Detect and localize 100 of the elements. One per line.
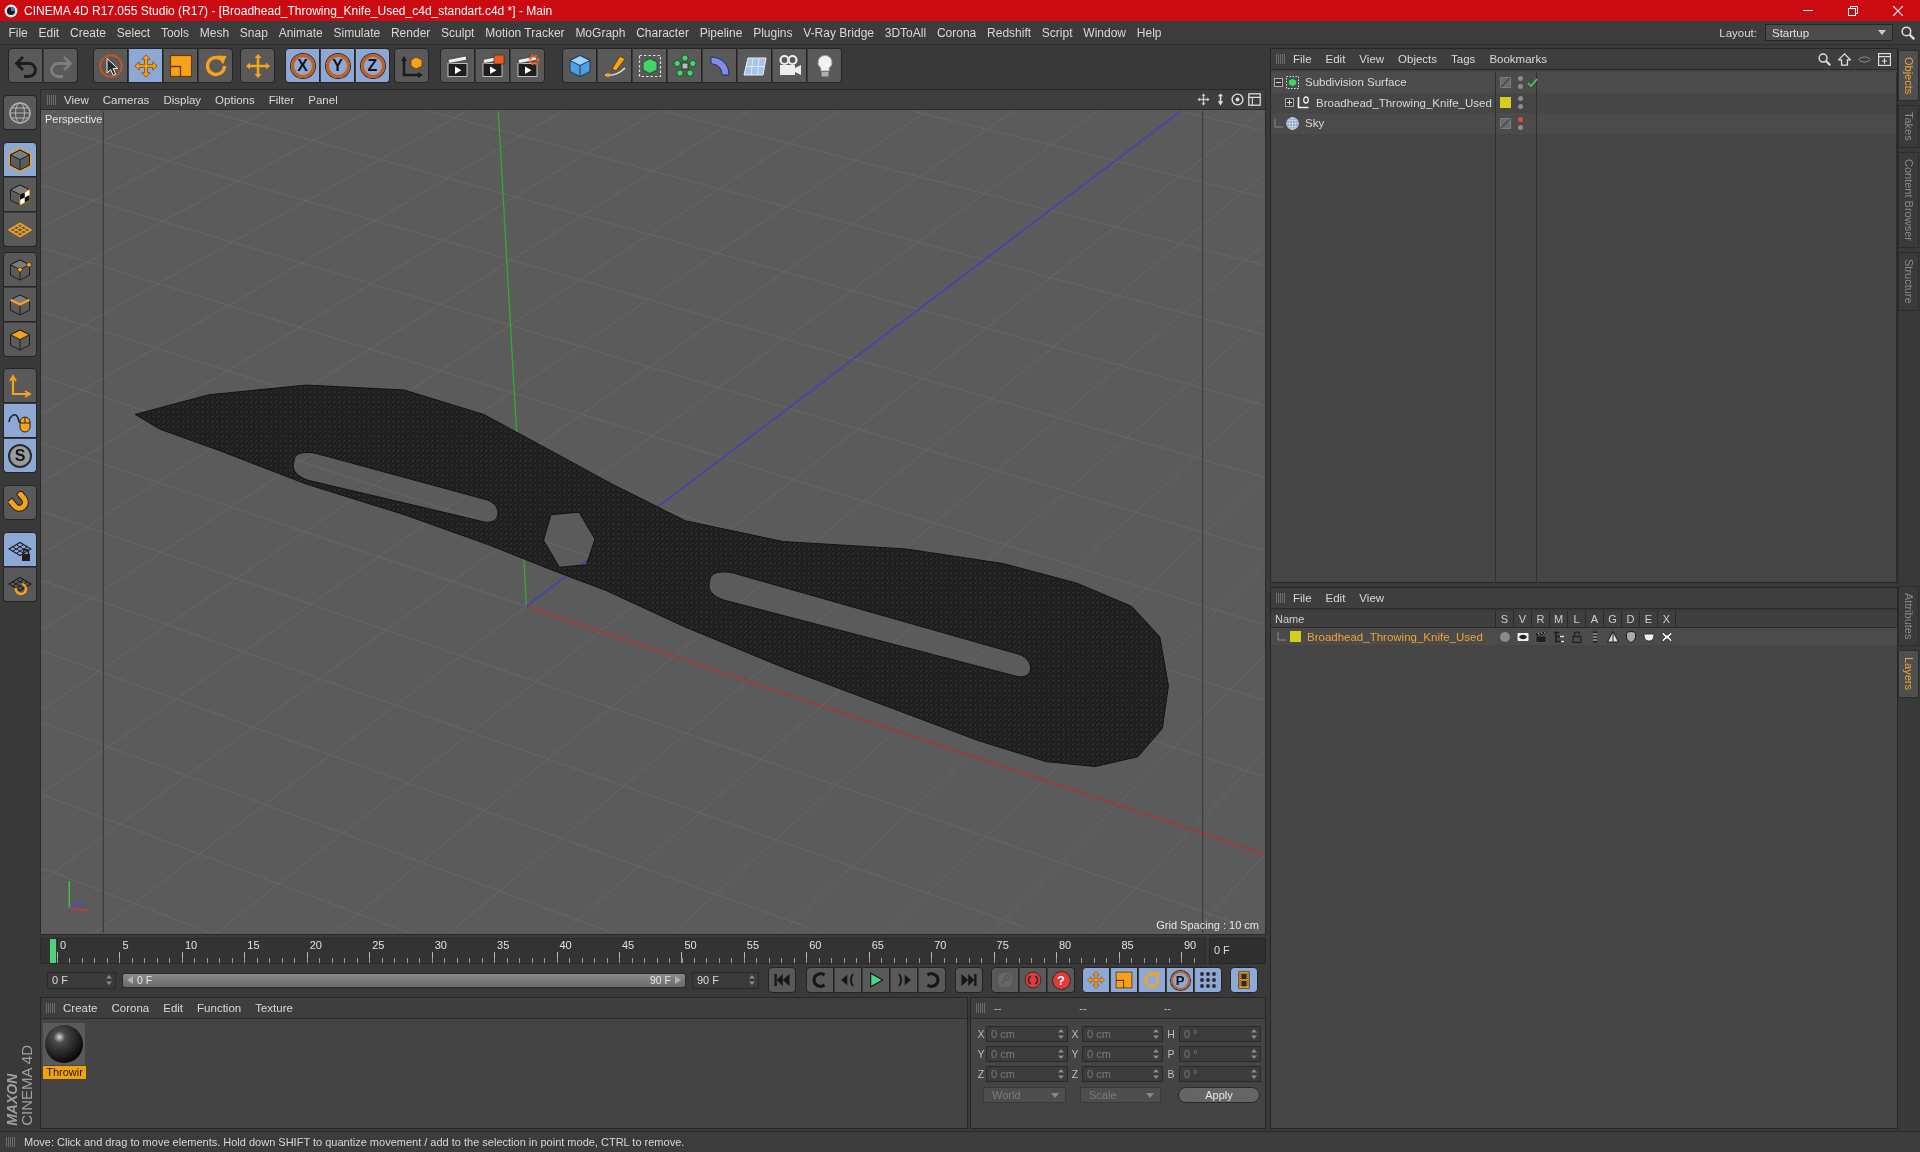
axis-lock-button[interactable]: X xyxy=(285,48,320,83)
object-row[interactable]: Subdivision Surface xyxy=(1271,72,1897,93)
workplane-rotate-button[interactable] xyxy=(3,567,37,602)
render-picture-viewer-button[interactable] xyxy=(475,48,510,83)
visibility-dot-icon[interactable] xyxy=(1518,75,1523,81)
subdivision-surface-button[interactable] xyxy=(632,48,667,83)
menu-item[interactable]: V-Ray Bridge xyxy=(797,25,880,40)
object-row[interactable]: Sky xyxy=(1271,113,1897,134)
panel-tab[interactable]: Objects xyxy=(1898,50,1919,102)
undo-button[interactable] xyxy=(8,48,43,83)
maximize-view-icon[interactable] xyxy=(1248,93,1261,106)
go-to-start-button[interactable] xyxy=(768,967,796,993)
column-header[interactable]: Name xyxy=(1271,611,1496,627)
timeline-button[interactable] xyxy=(1230,967,1258,993)
search-icon[interactable] xyxy=(1901,25,1915,40)
visibility-dot-icon[interactable] xyxy=(1518,104,1523,110)
menu-item[interactable]: Animate xyxy=(273,25,329,40)
scale-key-button[interactable] xyxy=(1110,967,1138,993)
current-frame-field[interactable]: 0 F xyxy=(1208,938,1266,964)
lock-workplane-button[interactable] xyxy=(3,532,37,567)
column-header[interactable]: X xyxy=(1658,611,1676,627)
grip-icon[interactable] xyxy=(6,1137,16,1147)
selection-tool-button[interactable] xyxy=(93,48,128,83)
column-header[interactable]: R xyxy=(1532,611,1550,627)
menu-item[interactable]: Simulate xyxy=(328,25,386,40)
menu-item[interactable]: Function xyxy=(190,1002,249,1014)
search-icon[interactable] xyxy=(1818,52,1831,66)
scale-tool-button[interactable] xyxy=(163,48,198,83)
menu-item[interactable]: Bookmarks xyxy=(1482,53,1554,65)
column-header[interactable]: V xyxy=(1514,611,1532,627)
next-key-button[interactable] xyxy=(918,967,946,993)
menu-item[interactable]: Corona xyxy=(104,1002,157,1014)
render-settings-button[interactable] xyxy=(510,48,545,83)
layer-color-swatch-icon[interactable] xyxy=(1500,97,1511,109)
menu-item[interactable]: Corona xyxy=(931,25,982,40)
floor-button[interactable] xyxy=(737,48,772,83)
menu-item[interactable]: Cameras xyxy=(95,93,157,106)
menu-item[interactable]: 3DToAll xyxy=(879,25,932,40)
column-header[interactable]: D xyxy=(1622,611,1640,627)
edges-mode-button[interactable] xyxy=(3,287,37,322)
x-shape-icon[interactable] xyxy=(1661,630,1673,643)
material-name[interactable]: Throwir xyxy=(43,1066,86,1079)
menu-item[interactable]: File xyxy=(1286,53,1319,65)
menu-item[interactable]: Character xyxy=(630,25,695,40)
hierarchy-icon[interactable] xyxy=(1553,630,1565,643)
visibility-dot-icon[interactable] xyxy=(1518,83,1523,89)
menu-item[interactable]: View xyxy=(1352,53,1392,65)
autokey-button[interactable] xyxy=(1019,967,1047,993)
menu-item[interactable]: Render xyxy=(385,25,436,40)
menu-item[interactable]: Plugins xyxy=(747,25,798,40)
texture-mode-button[interactable] xyxy=(3,177,37,212)
grip-icon[interactable] xyxy=(1276,54,1286,64)
column-header[interactable]: G xyxy=(1604,611,1622,627)
play-button[interactable] xyxy=(862,967,890,993)
orbit-icon[interactable] xyxy=(1231,93,1244,106)
model-mode-button[interactable] xyxy=(3,142,37,177)
column-header[interactable]: S xyxy=(1496,611,1514,627)
axis-mode-button[interactable] xyxy=(3,368,37,403)
new-window-icon[interactable] xyxy=(1878,52,1891,66)
menu-item[interactable]: Options xyxy=(208,93,262,106)
layer-color-swatch-icon[interactable] xyxy=(1290,631,1301,642)
menu-item[interactable]: View xyxy=(1352,592,1392,604)
go-to-end-button[interactable] xyxy=(955,967,983,993)
column-header[interactable]: A xyxy=(1586,611,1604,627)
menu-item[interactable]: Motion Tracker xyxy=(479,25,570,40)
grip-icon[interactable] xyxy=(1276,593,1286,603)
visibility-dot-icon[interactable] xyxy=(1518,96,1523,102)
column-header[interactable]: L xyxy=(1568,611,1586,627)
grip-icon[interactable] xyxy=(46,1003,56,1013)
menu-item[interactable]: Redshift xyxy=(981,25,1037,40)
3d-viewport[interactable]: Perspective Grid Spacing : 10 cm xyxy=(40,109,1266,935)
menu-item[interactable]: Script xyxy=(1036,25,1078,40)
timeline-ruler[interactable]: 0 5 10 15 20 25 30 35 40 45 50 55 60 65 70 75 80 85 90 xyxy=(40,938,1206,964)
rotate-tool-button[interactable] xyxy=(198,48,233,83)
visibility-dot-icon[interactable] xyxy=(1518,124,1523,130)
previous-key-button[interactable] xyxy=(806,967,834,993)
axis-lock-button[interactable]: Y xyxy=(320,48,355,83)
workplane-mode-button[interactable] xyxy=(3,212,37,247)
menu-item[interactable]: Create xyxy=(56,1002,105,1014)
solo-dot-icon[interactable] xyxy=(1499,630,1511,643)
make-editable-button[interactable] xyxy=(3,95,37,130)
render-view-button[interactable] xyxy=(440,48,475,83)
column-header[interactable]: E xyxy=(1640,611,1658,627)
tweak-mode-button[interactable] xyxy=(3,403,37,438)
menu-item[interactable]: Window xyxy=(1077,25,1132,40)
camera-button[interactable] xyxy=(772,48,807,83)
material-preview[interactable] xyxy=(43,1023,85,1065)
polygons-mode-button[interactable] xyxy=(3,322,37,357)
shield-icon[interactable] xyxy=(1625,630,1637,643)
home-icon[interactable] xyxy=(1838,52,1851,66)
menu-item[interactable]: Edit xyxy=(156,1002,191,1014)
bowl-icon[interactable] xyxy=(1643,630,1655,643)
menu-item[interactable]: Pipeline xyxy=(694,25,748,40)
menu-item[interactable]: Create xyxy=(64,25,112,40)
menu-item[interactable]: Snap xyxy=(234,25,274,40)
menu-item[interactable]: Edit xyxy=(1318,592,1353,604)
move-tool-button[interactable] xyxy=(128,48,163,83)
menu-item[interactable]: Texture xyxy=(248,1002,300,1014)
menu-item[interactable]: Select xyxy=(111,25,156,40)
parameter-key-button[interactable]: P xyxy=(1166,967,1194,993)
